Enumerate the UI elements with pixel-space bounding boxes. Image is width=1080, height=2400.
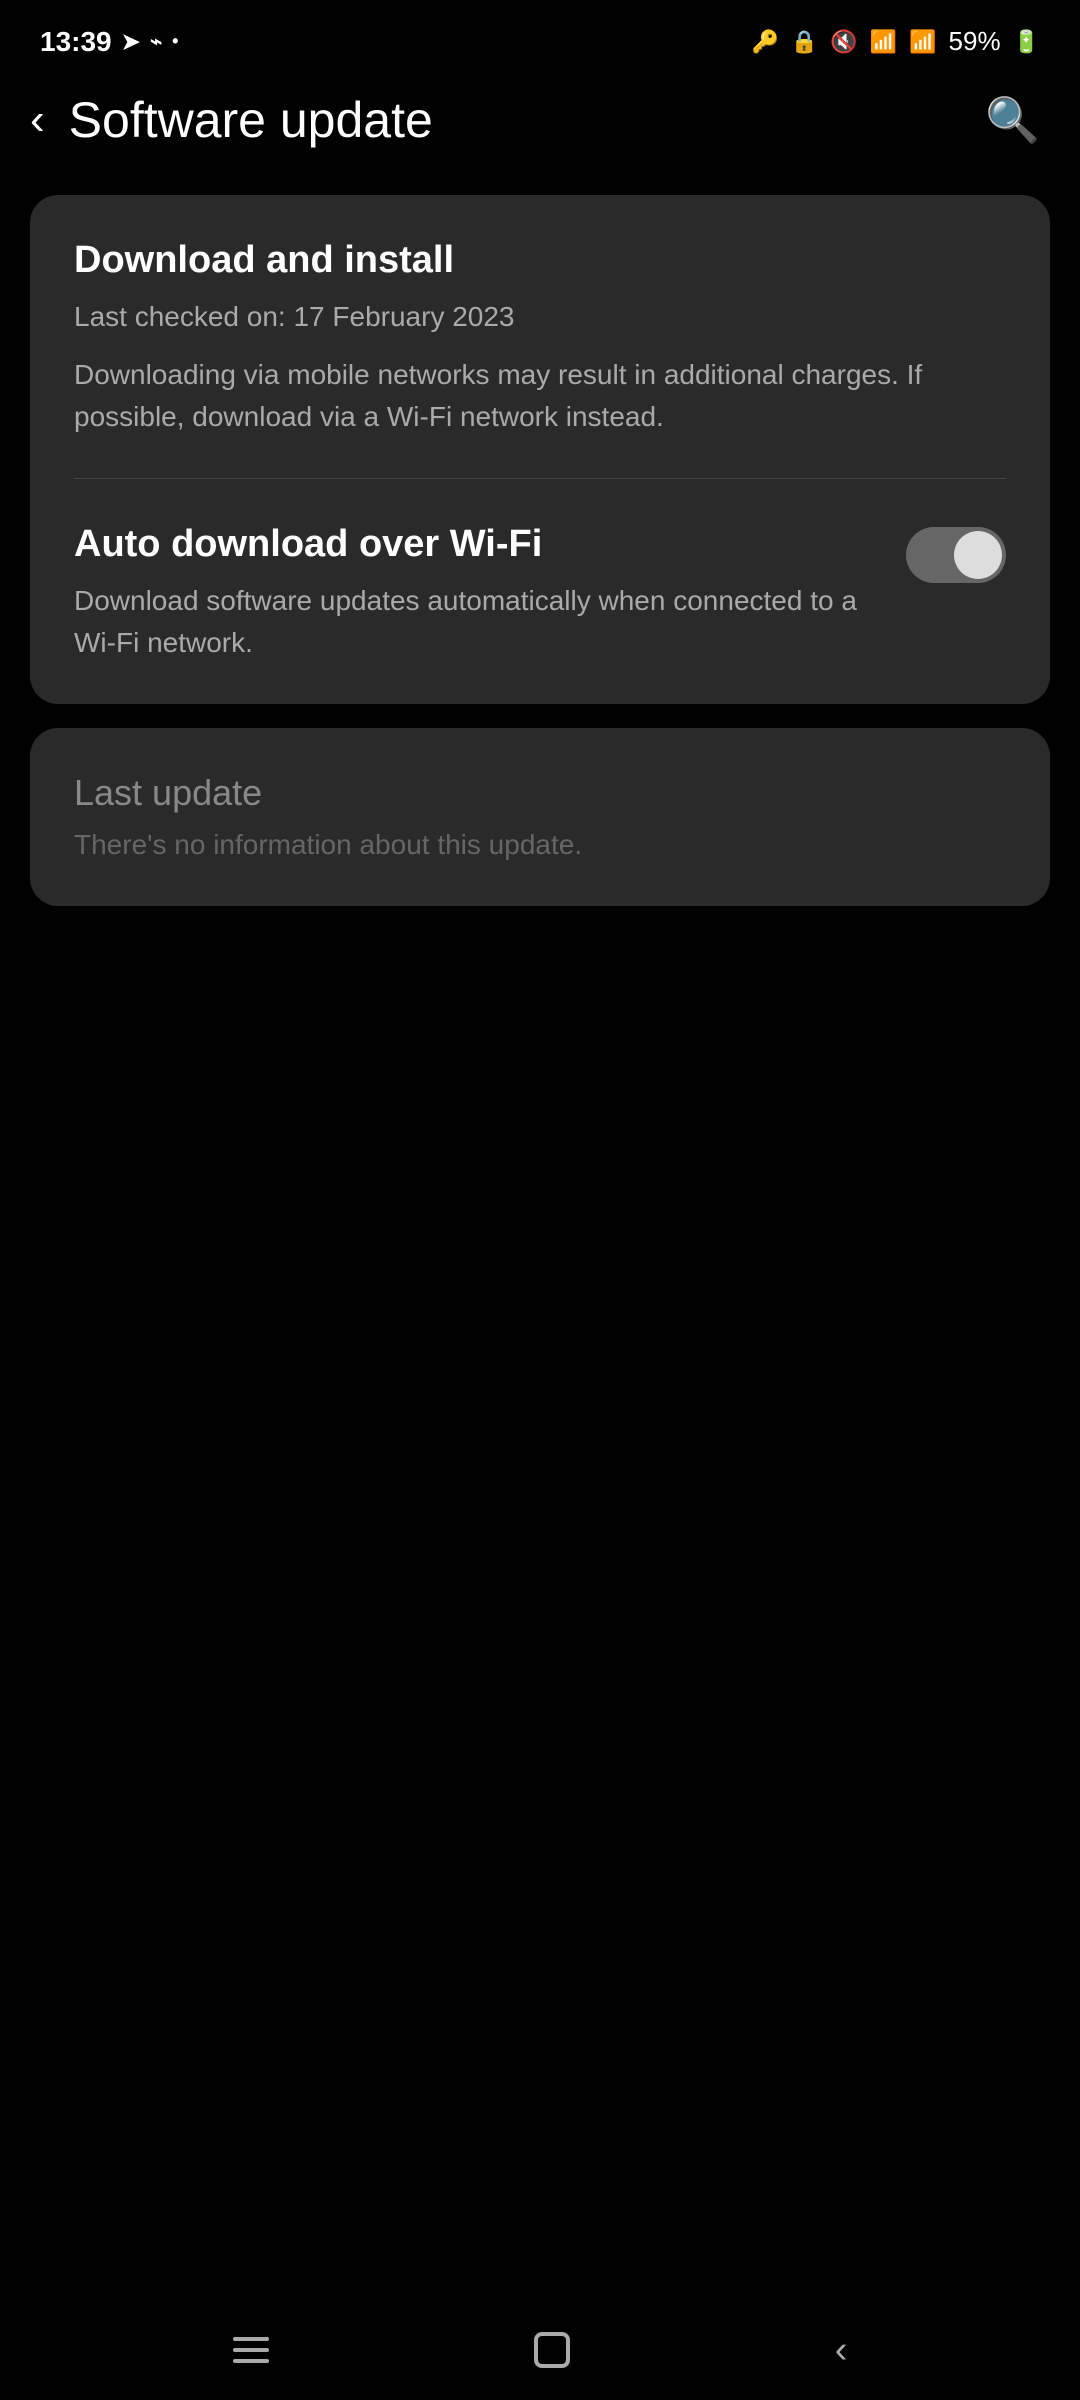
back-nav-icon: ‹ [835, 2329, 848, 2372]
download-install-card: Download and install Last checked on: 17… [30, 195, 1050, 704]
auto-download-description: Download software updates automatically … [74, 580, 886, 664]
last-update-section: Last update There's no information about… [30, 728, 1050, 906]
page-title: Software update [69, 91, 433, 149]
wifi-icon: 📶 [870, 29, 897, 55]
download-section[interactable]: Download and install Last checked on: 17… [30, 195, 1050, 478]
auto-download-title: Auto download over Wi-Fi [74, 523, 886, 566]
back-chevron-icon: ‹ [30, 95, 45, 145]
battery-icon: 🔋 [1013, 29, 1040, 55]
battery-percent: 59% [949, 26, 1001, 57]
recents-icon [233, 2337, 269, 2363]
home-button[interactable] [534, 2332, 570, 2368]
signal-icon: 📶 [909, 29, 936, 55]
navigation-icon: ➤ [122, 29, 140, 55]
recents-button[interactable] [233, 2337, 269, 2363]
bottom-navigation: ‹ [0, 2300, 1080, 2400]
top-navigation: ‹ Software update 🔍 [0, 75, 1080, 175]
search-button[interactable]: 🔍 [985, 94, 1040, 146]
network-icon: ⌁ [150, 29, 162, 54]
back-button[interactable]: ‹ Software update [30, 91, 433, 149]
last-checked-label: Last checked on: 17 February 2023 [74, 296, 1006, 338]
download-warning-text: Downloading via mobile networks may resu… [74, 354, 1006, 438]
shield-icon: 🔒 [791, 29, 818, 55]
back-nav-button[interactable]: ‹ [835, 2329, 848, 2372]
mute-icon: 🔇 [830, 29, 857, 55]
recents-line-2 [233, 2348, 269, 2352]
auto-download-text: Auto download over Wi-Fi Download softwa… [74, 523, 886, 664]
main-content: Download and install Last checked on: 17… [0, 175, 1080, 926]
status-time-area: 13:39 ➤ ⌁ • [40, 26, 178, 58]
key-icon: 🔑 [752, 29, 779, 55]
recents-line-1 [233, 2337, 269, 2341]
last-update-title: Last update [74, 772, 1006, 814]
dot-indicator: • [172, 31, 178, 52]
last-update-card: Last update There's no information about… [30, 728, 1050, 906]
home-icon [534, 2332, 570, 2368]
status-bar: 13:39 ➤ ⌁ • 🔑 🔒 🔇 📶 📶 59% 🔋 [0, 0, 1080, 75]
toggle-knob [954, 531, 1002, 579]
auto-download-toggle[interactable] [906, 527, 1006, 583]
last-update-description: There's no information about this update… [74, 824, 1006, 866]
time-display: 13:39 [40, 26, 112, 58]
auto-download-row: Auto download over Wi-Fi Download softwa… [74, 523, 1006, 664]
status-icons-area: 🔑 🔒 🔇 📶 📶 59% 🔋 [752, 26, 1040, 57]
auto-download-section: Auto download over Wi-Fi Download softwa… [30, 479, 1050, 704]
recents-line-3 [233, 2359, 269, 2363]
download-title: Download and install [74, 239, 1006, 282]
